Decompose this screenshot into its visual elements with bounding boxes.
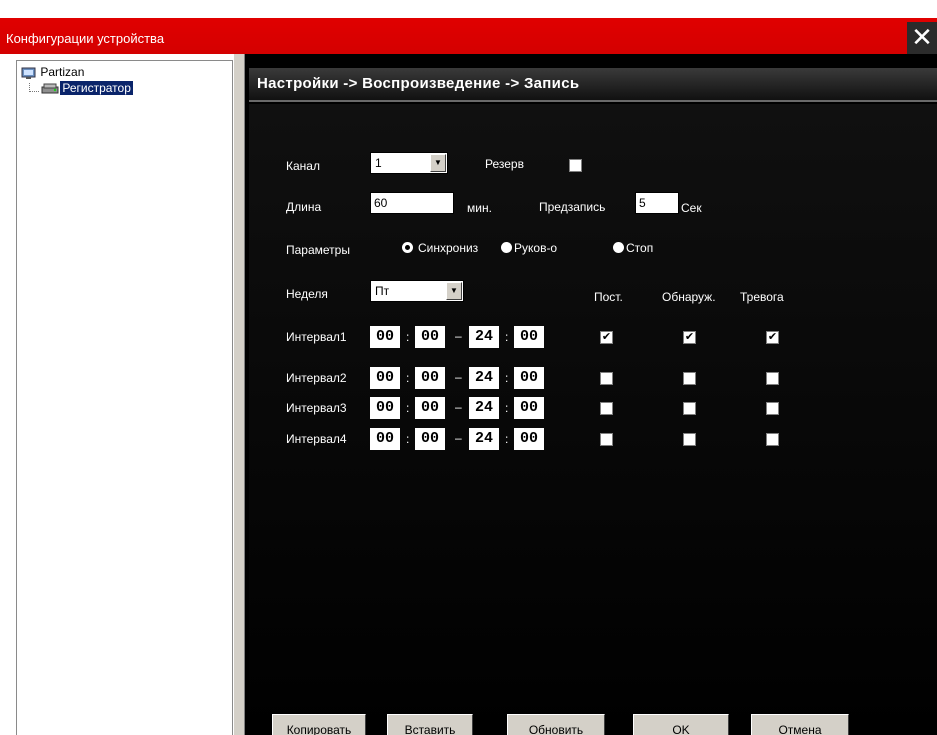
interval-label: Интервал3 xyxy=(286,401,347,415)
reserve-label: Резерв xyxy=(485,157,524,171)
window-titlebar: Конфигурации устройства ✕ xyxy=(0,0,937,54)
interval-start-minute[interactable]: 00 xyxy=(415,428,445,450)
interval-start-minute[interactable]: 00 xyxy=(415,397,445,419)
regular-checkbox[interactable] xyxy=(600,402,613,415)
length-value: 60 xyxy=(374,196,388,210)
ok-button[interactable]: OK xyxy=(633,714,729,735)
window-title: Конфигурации устройства xyxy=(6,31,165,46)
col-header-regular: Пост. xyxy=(594,290,623,304)
interval-start-hour[interactable]: 00 xyxy=(370,367,400,389)
prerecord-label: Предзапись xyxy=(539,200,606,214)
prerecord-field[interactable]: 5 xyxy=(635,192,679,214)
interval-label: Интервал2 xyxy=(286,371,347,385)
col-header-motion: Обнаруж. xyxy=(662,290,716,304)
cancel-button[interactable]: Отмена xyxy=(751,714,849,735)
motion-checkbox[interactable]: ✔ xyxy=(683,331,696,344)
range-separator: – xyxy=(455,370,462,384)
interval-end-hour[interactable]: 24 xyxy=(469,397,499,419)
tree-node-recorder[interactable]: Регистратор xyxy=(31,81,133,96)
regular-checkbox[interactable]: ✔ xyxy=(600,331,613,344)
week-value: Пт xyxy=(375,284,390,298)
regular-checkbox[interactable] xyxy=(600,433,613,446)
interval-start-hour[interactable]: 00 xyxy=(370,397,400,419)
interval-end-minute[interactable]: 00 xyxy=(514,428,544,450)
time-separator: : xyxy=(505,330,509,344)
time-separator: : xyxy=(505,371,509,385)
time-separator: : xyxy=(406,401,410,415)
params-label: Параметры xyxy=(286,243,350,257)
regular-checkbox[interactable] xyxy=(600,372,613,385)
tree-root-label: Partizan xyxy=(40,65,85,79)
range-separator: – xyxy=(455,400,462,414)
time-separator: : xyxy=(505,401,509,415)
time-separator: : xyxy=(406,330,410,344)
range-separator: – xyxy=(455,431,462,445)
channel-label: Канал xyxy=(286,159,320,173)
length-unit: мин. xyxy=(467,201,492,215)
motion-checkbox[interactable] xyxy=(683,433,696,446)
settings-panel: Настройки -> Воспроизведение -> Запись К… xyxy=(245,54,937,735)
week-select[interactable]: Пт ▼ xyxy=(370,280,464,302)
interval-end-hour[interactable]: 24 xyxy=(469,367,499,389)
mode-radio-stop[interactable] xyxy=(613,242,624,253)
mode-option-manual: Руков-о xyxy=(514,241,558,255)
close-icon[interactable]: ✕ xyxy=(907,22,937,54)
chevron-down-icon[interactable]: ▼ xyxy=(430,154,446,172)
recorder-icon xyxy=(41,82,59,96)
device-group-icon xyxy=(21,66,37,80)
channel-select[interactable]: 1 ▼ xyxy=(370,152,448,174)
interval-end-minute[interactable]: 00 xyxy=(514,397,544,419)
interval-end-minute[interactable]: 00 xyxy=(514,326,544,348)
channel-value: 1 xyxy=(375,156,382,170)
prerecord-unit: Сек xyxy=(681,201,702,215)
time-separator: : xyxy=(505,432,509,446)
device-tree: Partizan Регистратор xyxy=(16,60,233,735)
paste-button[interactable]: Вставить xyxy=(387,714,473,735)
col-header-alarm: Тревога xyxy=(740,290,784,304)
range-separator: – xyxy=(455,329,462,343)
copy-button[interactable]: Копировать xyxy=(272,714,366,735)
interval-start-minute[interactable]: 00 xyxy=(415,367,445,389)
alarm-checkbox[interactable] xyxy=(766,402,779,415)
interval-start-minute[interactable]: 00 xyxy=(415,326,445,348)
interval-end-hour[interactable]: 24 xyxy=(469,428,499,450)
interval-label: Интервал4 xyxy=(286,432,347,446)
time-separator: : xyxy=(406,432,410,446)
motion-checkbox[interactable] xyxy=(683,402,696,415)
mode-option-stop: Стоп xyxy=(626,241,654,255)
mode-radio-manual[interactable] xyxy=(501,242,512,253)
length-label: Длина xyxy=(286,200,322,214)
alarm-checkbox[interactable] xyxy=(766,372,779,385)
prerecord-value: 5 xyxy=(639,196,646,210)
motion-checkbox[interactable] xyxy=(683,372,696,385)
time-separator: : xyxy=(406,371,410,385)
interval-label: Интервал1 xyxy=(286,330,347,344)
panel-header: Настройки -> Воспроизведение -> Запись xyxy=(249,68,937,102)
pane-splitter[interactable] xyxy=(233,54,245,735)
week-label: Неделя xyxy=(286,287,328,301)
alarm-checkbox[interactable] xyxy=(766,433,779,446)
mode-option-sync: Синхрониз xyxy=(418,241,479,255)
refresh-button[interactable]: Обновить xyxy=(507,714,605,735)
interval-end-hour[interactable]: 24 xyxy=(469,326,499,348)
interval-start-hour[interactable]: 00 xyxy=(370,428,400,450)
alarm-checkbox[interactable]: ✔ xyxy=(766,331,779,344)
breadcrumb: Настройки -> Воспроизведение -> Запись xyxy=(257,75,580,92)
interval-start-hour[interactable]: 00 xyxy=(370,326,400,348)
mode-radio-sync[interactable] xyxy=(402,242,413,253)
interval-end-minute[interactable]: 00 xyxy=(514,367,544,389)
chevron-down-icon[interactable]: ▼ xyxy=(446,282,462,300)
tree-node-partizan[interactable]: Partizan xyxy=(21,65,84,80)
reserve-checkbox[interactable] xyxy=(569,159,582,172)
length-field[interactable]: 60 xyxy=(370,192,454,214)
tree-child-label: Регистратор xyxy=(60,81,133,95)
record-settings-form: Канал 1 ▼ Резерв Длина 60 мин. Предзапис… xyxy=(249,104,937,735)
